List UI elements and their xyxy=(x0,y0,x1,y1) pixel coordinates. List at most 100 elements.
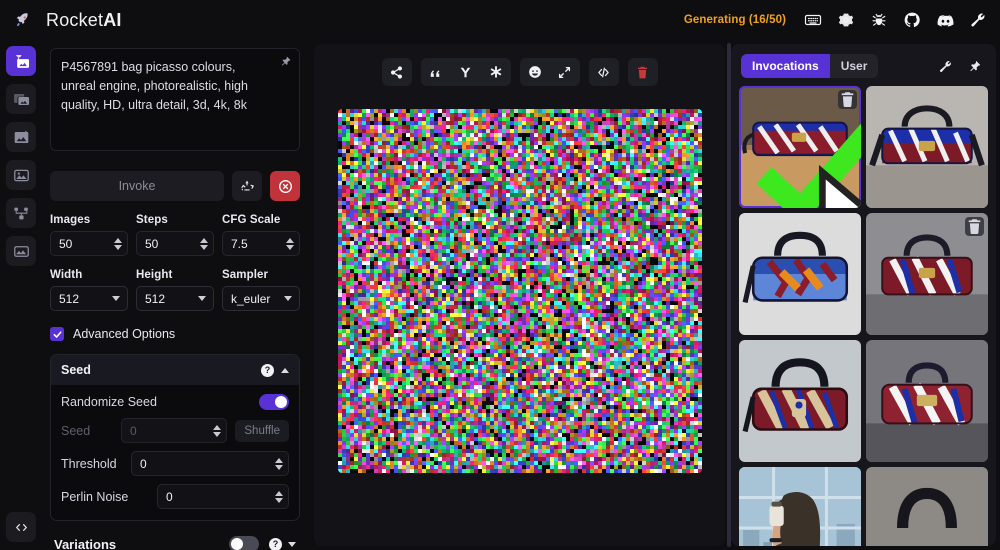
delete-icon[interactable] xyxy=(838,90,857,109)
perlin-noise-value: 0 xyxy=(166,489,173,504)
metadata-icon[interactable] xyxy=(589,58,619,86)
chevron-down-icon xyxy=(112,296,120,301)
brand-name-bold: AI xyxy=(103,9,122,30)
steps-stepper[interactable]: 50 xyxy=(136,231,214,256)
sidebar-item-node-editor[interactable] xyxy=(6,198,36,228)
image-toolbar xyxy=(381,58,658,86)
tab-user[interactable]: User xyxy=(830,54,879,78)
field-label: Sampler xyxy=(222,269,269,281)
recycle-icon[interactable] xyxy=(232,171,262,201)
field-height: Height 512 xyxy=(136,269,214,311)
gallery-thumb-4[interactable] xyxy=(866,213,988,335)
asterisk-icon[interactable] xyxy=(481,58,511,86)
threshold-input[interactable]: 0 xyxy=(131,451,289,476)
height-select[interactable]: 512 xyxy=(136,286,214,311)
bug-icon[interactable] xyxy=(869,10,889,30)
stepper-arrows[interactable] xyxy=(275,457,283,470)
field-images: Images 50 xyxy=(50,214,128,256)
upscale-icon[interactable] xyxy=(550,58,580,86)
seed-row: Seed 0 Shuffle xyxy=(61,418,289,443)
gear-icon[interactable] xyxy=(836,10,856,30)
seed-value: 0 xyxy=(130,423,137,438)
pin-icon[interactable] xyxy=(279,55,292,73)
cancel-circle-icon[interactable] xyxy=(270,171,300,201)
gallery-thumb-6[interactable] xyxy=(866,340,988,462)
advanced-options-checkbox[interactable] xyxy=(50,327,64,341)
prompt-input[interactable] xyxy=(50,48,300,151)
seed-accordion-body: Randomize Seed Seed 0 Shuffle Threshold xyxy=(51,385,299,520)
chevron-down-icon xyxy=(198,296,206,301)
pin-icon[interactable] xyxy=(967,59,982,74)
gallery-header-icons xyxy=(938,59,986,74)
app-body: Invoke Images 50 xyxy=(0,40,1000,550)
invoke-button[interactable]: Invoke xyxy=(50,171,224,201)
sidebar-item-image-to-image[interactable] xyxy=(6,84,36,114)
width-select[interactable]: 512 xyxy=(50,286,128,311)
trash-icon[interactable] xyxy=(628,58,658,86)
chevron-down-icon xyxy=(284,296,292,301)
quote-icon[interactable] xyxy=(421,58,451,86)
cfg-scale-stepper[interactable]: 7.5 xyxy=(222,231,300,256)
randomize-seed-toggle[interactable] xyxy=(259,394,289,410)
toolbar-group-delete xyxy=(627,58,658,86)
gallery-thumb-2[interactable] xyxy=(866,86,988,208)
wrench-icon[interactable] xyxy=(938,59,953,74)
help-icon[interactable]: ? xyxy=(269,537,282,550)
seed-input[interactable]: 0 xyxy=(121,418,228,443)
advanced-options-row[interactable]: Advanced Options xyxy=(50,327,300,341)
gallery-thumb-5[interactable] xyxy=(739,340,861,462)
stepper-arrows[interactable] xyxy=(200,237,208,250)
randomize-seed-row: Randomize Seed xyxy=(61,394,289,410)
gallery-thumb-8[interactable] xyxy=(866,467,988,546)
gallery-thumb-1[interactable] xyxy=(739,86,861,208)
seed-accordion-header[interactable]: Seed ? xyxy=(51,355,299,385)
keyboard-icon[interactable] xyxy=(803,10,823,30)
sidebar-item-unified-canvas[interactable] xyxy=(6,122,36,152)
field-width: Width 512 xyxy=(50,269,128,311)
stepper-arrows[interactable] xyxy=(213,424,222,437)
tab-invocations[interactable]: Invocations xyxy=(741,54,830,78)
sidebar-item-text-to-image[interactable] xyxy=(6,46,36,76)
gallery-thumb-7[interactable] xyxy=(739,467,861,546)
shuffle-button[interactable]: Shuffle xyxy=(235,419,289,442)
rocket-icon xyxy=(14,11,32,29)
sampler-select[interactable]: k_euler xyxy=(222,286,300,311)
toolbar-group-share xyxy=(381,58,412,86)
gallery-tabs: Invocations User xyxy=(741,54,879,78)
help-icon[interactable]: ? xyxy=(261,363,274,377)
images-stepper[interactable]: 50 xyxy=(50,231,128,256)
chevron-up-icon[interactable] xyxy=(281,367,289,373)
github-icon[interactable] xyxy=(902,10,922,30)
face-restore-icon[interactable] xyxy=(520,58,550,86)
wrench-icon[interactable] xyxy=(968,10,988,30)
variations-toggle[interactable] xyxy=(229,536,259,550)
toolbar-group-metadata xyxy=(588,58,619,86)
stepper-arrows[interactable] xyxy=(286,237,294,250)
threshold-label: Threshold xyxy=(61,456,117,471)
perlin-noise-input[interactable]: 0 xyxy=(157,484,289,509)
code-icon[interactable] xyxy=(6,512,36,542)
seed-icon[interactable] xyxy=(451,58,481,86)
share-icon[interactable] xyxy=(382,58,412,86)
select-fields: Width 512 Height 512 Sampler k_euler xyxy=(50,269,300,311)
chevron-down-icon[interactable] xyxy=(288,541,296,547)
brand-name: Rocket xyxy=(46,9,104,30)
delete-icon[interactable] xyxy=(965,217,984,236)
prompt-area xyxy=(50,48,300,156)
sidebar-item-gallery[interactable] xyxy=(6,160,36,190)
generation-preview-noise xyxy=(337,109,702,473)
discord-icon[interactable] xyxy=(935,10,955,30)
invoke-row: Invoke xyxy=(50,171,300,201)
field-steps: Steps 50 xyxy=(136,214,214,256)
field-label: Steps xyxy=(136,214,168,226)
stepper-arrows[interactable] xyxy=(275,490,283,503)
gallery-thumb-3[interactable] xyxy=(739,213,861,335)
app-root: RocketAI Generating (16/50) P4567891 bag… xyxy=(0,0,1000,550)
sidebar-item-training[interactable] xyxy=(6,236,36,266)
variations-section-header[interactable]: Variations ? xyxy=(50,536,300,550)
stepper-arrows[interactable] xyxy=(114,237,122,250)
field-sampler: Sampler k_euler xyxy=(222,269,300,311)
field-value: 50 xyxy=(145,236,159,251)
seed-label: Seed xyxy=(61,423,91,438)
canvas-area xyxy=(314,44,725,546)
